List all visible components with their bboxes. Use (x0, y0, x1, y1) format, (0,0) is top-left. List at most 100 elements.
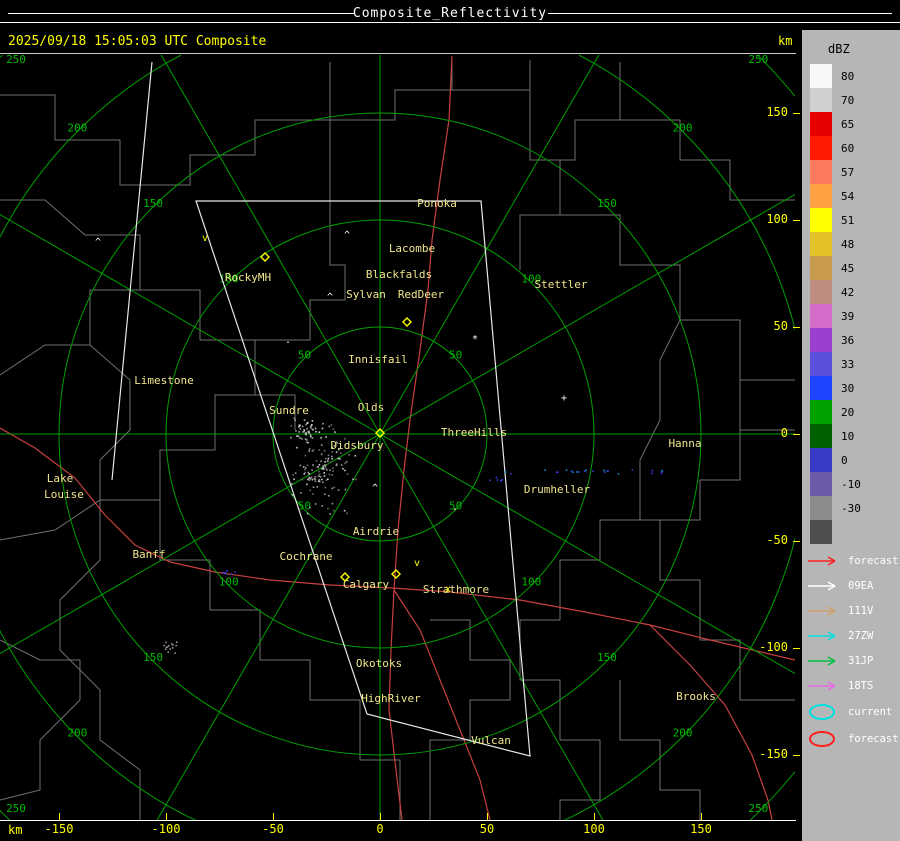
diamond-marker (260, 252, 270, 262)
x-axis-tick-label: -150 (44, 822, 74, 836)
ring-distance-label: 50 (298, 348, 311, 361)
dbz-scale-row: 33 (810, 352, 861, 376)
x-axis-tickmark (487, 813, 488, 820)
dbz-colorbar: 80 70 65 60 57 54 51 48 45 42 39 36 33 30 20 10 0 -10 -30 (810, 64, 861, 544)
dbz-scale-swatch (810, 208, 832, 232)
dbz-scale-value: 80 (841, 69, 855, 83)
point-marker: ^ (372, 483, 378, 494)
point-marker: . (452, 502, 458, 513)
dbz-scale-swatch (810, 376, 832, 400)
city-label: Lacombe (389, 242, 435, 255)
y-axis-tickmark (793, 220, 800, 221)
y-axis-tick-label: 100 (766, 212, 788, 226)
y-axis-tickmark (793, 648, 800, 649)
city-label: Strathmore (423, 583, 489, 596)
dbz-scale-value: 30 (841, 381, 855, 395)
city-label: Didsbury (331, 439, 384, 452)
legend-item-forecast: forecast (806, 725, 899, 752)
city-label: Innisfail (348, 353, 408, 366)
x-axis-tickmark (59, 813, 60, 820)
ring-distance-label: 100 (521, 575, 541, 588)
legend-item-27ZW: 27ZW (806, 623, 899, 648)
dbz-scale-swatch (810, 520, 832, 544)
legend-label: 31JP (848, 654, 874, 667)
dbz-scale-swatch (810, 328, 832, 352)
dbz-scale-swatch (810, 136, 832, 160)
city-label: Vulcan (471, 734, 511, 747)
arrow-icon (808, 580, 836, 591)
point-marker: ^ (327, 292, 333, 303)
dbz-scale-row: 54 (810, 184, 861, 208)
dbz-scale-row: 57 (810, 160, 861, 184)
dbz-scale-swatch (810, 88, 832, 112)
ellipse-icon (809, 703, 835, 720)
city-label: Louise (44, 488, 84, 501)
city-label: RedDeer (398, 288, 445, 301)
dbz-scale-value: 70 (841, 93, 855, 107)
arrow-icon (808, 555, 836, 566)
ring-distance-label: 200 (673, 727, 693, 740)
x-axis-tickmark (594, 813, 595, 820)
dbz-scale-value: 54 (841, 189, 855, 203)
x-axis-tickmark (380, 813, 381, 820)
ring-distance-label: 250 (748, 802, 768, 815)
ring-distance-label: 200 (673, 121, 693, 134)
city-label: Olds (358, 401, 385, 414)
ring-distance-label: 250 (6, 53, 26, 66)
y-axis-tick-label: 50 (773, 319, 788, 333)
legend-label: forecast (848, 554, 899, 567)
legend-label: forecast (848, 732, 899, 745)
y-axis-tick-label: -50 (766, 533, 788, 547)
point-marker: v (202, 233, 208, 244)
legend-item-18TS: 18TS (806, 673, 899, 698)
point-markers: ^ v. ^ ^ * +. ^ v x (95, 230, 567, 595)
dbz-scale-value: 57 (841, 165, 855, 179)
legend-item-forecast: forecast (806, 548, 899, 573)
y-axis-tickmark (793, 755, 800, 756)
x-axis-tick-label: 50 (479, 822, 495, 836)
point-marker: . (285, 335, 291, 346)
legend-label: 09EA (848, 579, 874, 592)
radar-map[interactable]: 50 100 150 200 250 50 100 150 200 250 50 100 150 200 2… (0, 0, 800, 841)
map-bottom-border (0, 820, 796, 821)
point-marker: ^ (95, 237, 101, 248)
city-label: Blackfalds (366, 268, 432, 281)
dbz-scale-row: -30 (810, 496, 861, 520)
dbz-scale-value: 51 (841, 213, 855, 227)
dbz-scale-value: 0 (841, 453, 848, 467)
ellipse-icon (809, 730, 835, 747)
point-marker: * (472, 334, 478, 345)
point-marker: x (445, 584, 451, 595)
colorbar-title: dBZ (828, 42, 850, 56)
dbz-scale-value: 36 (841, 333, 855, 347)
legend-item-09EA: 09EA (806, 573, 899, 598)
x-axis-tickmark (273, 813, 274, 820)
diamond-marker (391, 569, 401, 579)
y-axis-tickmark (793, 327, 800, 328)
x-axis-tick-label: 100 (583, 822, 605, 836)
dbz-scale-value: 60 (841, 141, 855, 155)
city-label: Banff (132, 548, 165, 561)
dbz-scale-swatch (810, 496, 832, 520)
ring-distance-label: 150 (143, 651, 163, 664)
y-axis-tick-label: 0 (780, 426, 788, 440)
legend-label: 111V (848, 604, 874, 617)
y-axis-tick-label: 150 (766, 105, 788, 119)
dbz-scale-value: -30 (841, 501, 861, 515)
point-marker: + (561, 393, 567, 404)
x-axis-unit: km (8, 823, 23, 837)
dbz-scale-row: 10 (810, 424, 861, 448)
dbz-scale-row: 60 (810, 136, 861, 160)
dbz-scale-swatch (810, 352, 832, 376)
ring-distance-label: 150 (143, 197, 163, 210)
city-label: Stettler (535, 278, 588, 291)
x-axis-tick-label: 0 (376, 822, 384, 836)
y-axis-tickmark (793, 541, 800, 542)
legend-label: 18TS (848, 679, 874, 692)
city-label: Okotoks (356, 657, 402, 670)
radar-app-window: Composite_Reflectivity 2025/09/18 15:05:… (0, 0, 900, 841)
ring-distance-label: 250 (748, 53, 768, 66)
point-marker: ^ (344, 230, 350, 241)
city-label: Ponoka (417, 197, 457, 210)
dbz-scale-swatch (810, 232, 832, 256)
